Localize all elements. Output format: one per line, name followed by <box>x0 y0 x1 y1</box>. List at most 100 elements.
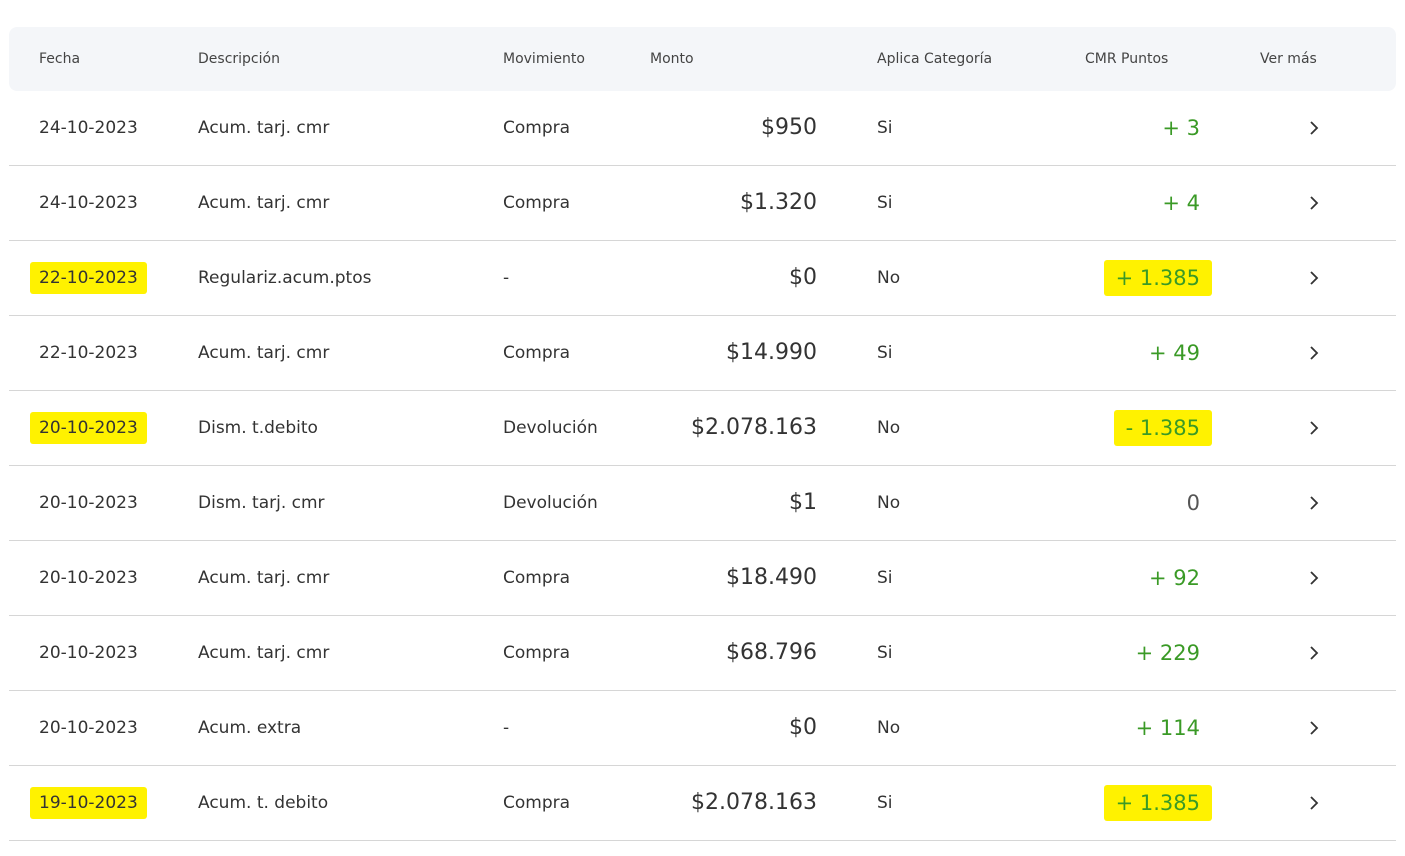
ver-mas-button[interactable] <box>1305 316 1325 390</box>
row-aplica: No <box>877 268 901 288</box>
row-puntos: + 4 <box>1162 191 1200 215</box>
header-fecha: Fecha <box>39 51 81 67</box>
chevron-right-icon <box>1310 421 1319 435</box>
ver-mas-button[interactable] <box>1305 766 1325 840</box>
row-movimiento: Compra <box>503 118 571 138</box>
ver-mas-button[interactable] <box>1305 466 1325 540</box>
row-monto: $2.078.163 <box>691 790 817 815</box>
row-fecha: 22-10-2023 <box>39 343 138 363</box>
header-monto: Monto <box>650 51 694 67</box>
chevron-right-icon <box>1310 346 1319 360</box>
table-row[interactable]: 22-10-2023 Acum. tarj. cmr Compra $14.99… <box>9 316 1396 391</box>
highlight-marker: 20-10-2023 <box>30 412 147 444</box>
header-cmr-puntos: CMR Puntos <box>1085 51 1169 67</box>
row-descripcion: Regulariz.acum.ptos <box>198 268 372 288</box>
row-aplica: Si <box>877 118 893 138</box>
ver-mas-button[interactable] <box>1305 541 1325 615</box>
row-puntos: + 114 <box>1135 716 1200 740</box>
highlight-marker: 22-10-2023 <box>30 262 147 294</box>
row-monto: $950 <box>761 115 817 140</box>
row-monto: $0 <box>789 715 817 740</box>
row-aplica: No <box>877 493 901 513</box>
ver-mas-button[interactable] <box>1305 616 1325 690</box>
row-descripcion: Dism. tarj. cmr <box>198 493 325 513</box>
row-puntos: 0 <box>1186 491 1200 515</box>
row-monto: $0 <box>789 265 817 290</box>
row-aplica: Si <box>877 193 893 213</box>
chevron-right-icon <box>1310 196 1319 210</box>
row-descripcion: Dism. t.debito <box>198 418 318 438</box>
row-monto: $18.490 <box>726 565 817 590</box>
table-header: Fecha Descripción Movimiento Monto Aplic… <box>9 27 1396 91</box>
row-descripcion: Acum. tarj. cmr <box>198 193 330 213</box>
ver-mas-button[interactable] <box>1305 166 1325 240</box>
ver-mas-button[interactable] <box>1305 391 1325 465</box>
row-movimiento: - <box>503 718 510 738</box>
chevron-right-icon <box>1310 121 1319 135</box>
row-descripcion: Acum. tarj. cmr <box>198 643 330 663</box>
row-movimiento: Compra <box>503 793 571 813</box>
row-movimiento: Compra <box>503 568 571 588</box>
chevron-right-icon <box>1310 721 1319 735</box>
row-movimiento: Devolución <box>503 493 598 513</box>
row-descripcion: Acum. extra <box>198 718 302 738</box>
row-movimiento: Compra <box>503 343 571 363</box>
row-movimiento: Compra <box>503 643 571 663</box>
ver-mas-button[interactable] <box>1305 91 1325 165</box>
highlight-marker: + 1.385 <box>1103 785 1212 821</box>
row-puntos: + 1.385 <box>1103 241 1212 315</box>
row-fecha: 20-10-2023 <box>30 391 147 465</box>
row-fecha: 20-10-2023 <box>39 643 138 663</box>
highlight-marker: - 1.385 <box>1113 410 1212 446</box>
header-ver-mas: Ver más <box>1260 51 1317 67</box>
row-puntos: + 3 <box>1162 116 1200 140</box>
row-puntos: + 92 <box>1149 566 1200 590</box>
header-aplica-categoria: Aplica Categoría <box>877 51 993 67</box>
table-row[interactable]: 22-10-2023 Regulariz.acum.ptos - $0 No +… <box>9 241 1396 316</box>
ver-mas-button[interactable] <box>1305 241 1325 315</box>
row-puntos: + 229 <box>1135 641 1200 665</box>
table-row[interactable]: 20-10-2023 Dism. t.debito Devolución $2.… <box>9 391 1396 466</box>
chevron-right-icon <box>1310 796 1319 810</box>
row-monto: $14.990 <box>726 340 817 365</box>
row-descripcion: Acum. t. debito <box>198 793 329 813</box>
row-aplica: Si <box>877 793 893 813</box>
ver-mas-button[interactable] <box>1305 691 1325 765</box>
row-movimiento: - <box>503 268 510 288</box>
table-row[interactable]: 19-10-2023 Acum. t. debito Compra $2.078… <box>9 766 1396 841</box>
highlight-marker: 19-10-2023 <box>30 787 147 819</box>
header-movimiento: Movimiento <box>503 51 585 67</box>
table-row[interactable]: 24-10-2023 Acum. tarj. cmr Compra $950 S… <box>9 91 1396 166</box>
row-fecha: 24-10-2023 <box>39 118 138 138</box>
row-fecha: 19-10-2023 <box>30 766 147 840</box>
chevron-right-icon <box>1310 271 1319 285</box>
table-row[interactable]: 20-10-2023 Acum. tarj. cmr Compra $68.79… <box>9 616 1396 691</box>
header-descripcion: Descripción <box>198 51 280 67</box>
chevron-right-icon <box>1310 571 1319 585</box>
row-aplica: No <box>877 418 901 438</box>
row-aplica: Si <box>877 568 893 588</box>
row-puntos: - 1.385 <box>1113 391 1212 465</box>
row-movimiento: Devolución <box>503 418 598 438</box>
row-aplica: No <box>877 718 901 738</box>
chevron-right-icon <box>1310 646 1319 660</box>
row-monto: $2.078.163 <box>691 415 817 440</box>
row-puntos: + 1.385 <box>1103 766 1212 840</box>
row-fecha: 20-10-2023 <box>39 493 138 513</box>
row-fecha: 22-10-2023 <box>30 241 147 315</box>
chevron-right-icon <box>1310 496 1319 510</box>
row-monto: $68.796 <box>726 640 817 665</box>
row-puntos: + 49 <box>1149 341 1200 365</box>
row-descripcion: Acum. tarj. cmr <box>198 118 330 138</box>
row-fecha: 20-10-2023 <box>39 718 138 738</box>
table-row[interactable]: 20-10-2023 Acum. extra - $0 No + 114 <box>9 691 1396 766</box>
row-aplica: Si <box>877 343 893 363</box>
table-row[interactable]: 20-10-2023 Acum. tarj. cmr Compra $18.49… <box>9 541 1396 616</box>
row-fecha: 24-10-2023 <box>39 193 138 213</box>
table-row[interactable]: 24-10-2023 Acum. tarj. cmr Compra $1.320… <box>9 166 1396 241</box>
row-descripcion: Acum. tarj. cmr <box>198 568 330 588</box>
row-movimiento: Compra <box>503 193 571 213</box>
points-table: Fecha Descripción Movimiento Monto Aplic… <box>9 27 1396 841</box>
table-row[interactable]: 20-10-2023 Dism. tarj. cmr Devolución $1… <box>9 466 1396 541</box>
row-monto: $1 <box>789 490 817 515</box>
